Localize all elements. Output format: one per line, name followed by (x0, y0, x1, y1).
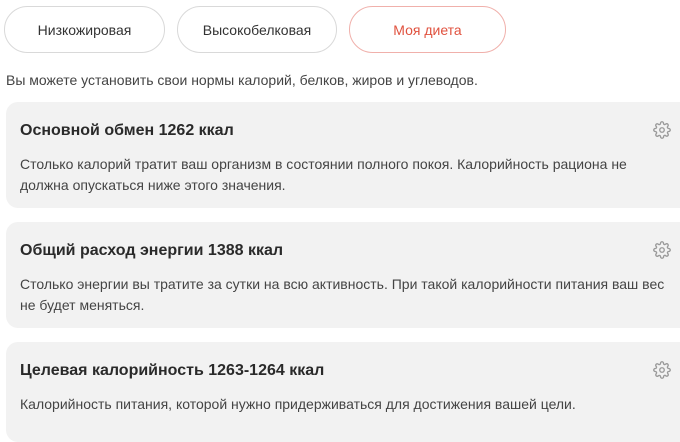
tab-my-diet[interactable]: Моя диета (349, 6, 506, 53)
intro-text: Вы можете установить свои нормы калорий,… (6, 72, 478, 88)
card-description: Калорийность питания, которой нужно прид… (20, 396, 576, 412)
card-total-energy: Общий расход энергии 1388 ккал Столько э… (6, 222, 680, 328)
tab-high-protein[interactable]: Высокобелковая (177, 6, 337, 53)
diet-tabs: Низкожировая Высокобелковая Моя диета (4, 6, 506, 53)
gear-icon[interactable] (653, 121, 671, 139)
card-description: Столько энергии вы тратите за сутки на в… (20, 276, 665, 313)
card-target-calories: Целевая калорийность 1263-1264 ккал Кало… (6, 342, 680, 442)
gear-icon[interactable] (653, 241, 671, 259)
card-description: Столько калорий тратит ваш организм в со… (20, 156, 627, 193)
card-title: Общий расход энергии 1388 ккал (20, 242, 284, 259)
card-basal-metabolism: Основной обмен 1262 ккал Столько калорий… (6, 102, 680, 208)
tab-low-fat[interactable]: Низкожировая (4, 6, 165, 53)
card-title: Основной обмен 1262 ккал (20, 122, 234, 139)
gear-icon[interactable] (653, 361, 671, 379)
card-title: Целевая калорийность 1263-1264 ккал (20, 362, 325, 379)
